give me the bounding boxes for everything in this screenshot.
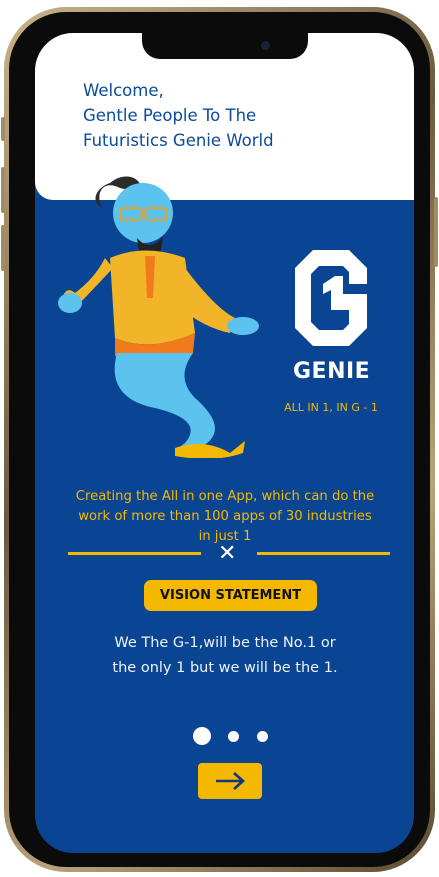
arrow-right-icon — [216, 772, 245, 790]
notch — [142, 33, 308, 59]
divider-left — [68, 552, 201, 555]
divider-right — [257, 552, 390, 555]
phone-frame: Welcome, Gentle People To The Futuristic… — [1, 7, 438, 872]
genie-illustration-icon — [58, 176, 259, 458]
pager-dot-active[interactable] — [193, 727, 211, 745]
pager-dot[interactable] — [257, 731, 268, 742]
brand-name: GENIE — [293, 359, 371, 384]
onboarding-screen: Welcome, Gentle People To The Futuristic… — [35, 33, 414, 853]
next-button[interactable] — [198, 763, 262, 799]
vision-statement-text: We The G-1,will be the No.1 or the only … — [112, 635, 338, 676]
brand-tagline: ALL IN 1, IN G - 1 — [284, 401, 378, 414]
vision-statement-badge: VISION STATEMENT — [144, 580, 317, 611]
welcome-text: Welcome, Gentle People To The Futuristic… — [83, 81, 274, 150]
intro-text: Creating the All in one App, which can d… — [75, 489, 375, 544]
genie-logo-icon — [295, 250, 367, 346]
close-x-icon: ✕ — [218, 541, 237, 566]
camera-icon — [261, 41, 270, 50]
pager-dot[interactable] — [228, 731, 239, 742]
